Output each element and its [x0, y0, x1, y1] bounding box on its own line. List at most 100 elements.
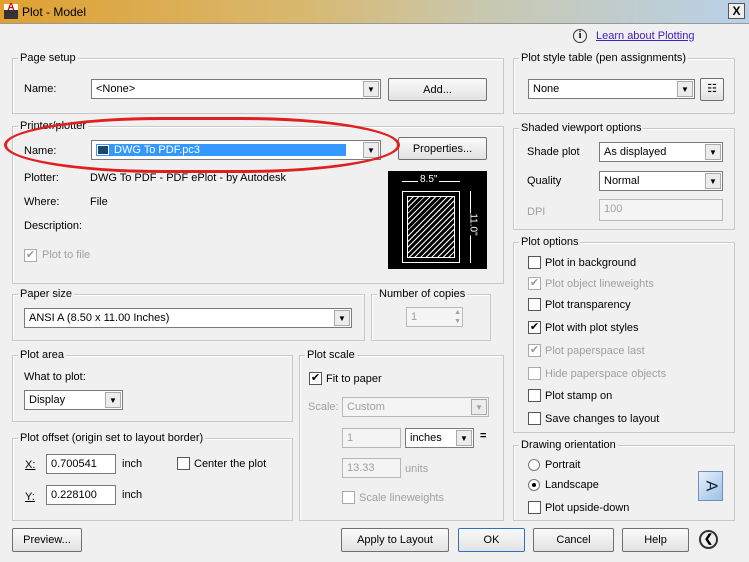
edit-table-icon: ☷	[707, 83, 717, 95]
quality-select[interactable]: Normal ▼	[599, 171, 723, 191]
plot-option-label: Plot stamp on	[545, 390, 613, 402]
chevron-down-icon[interactable]: ▼	[471, 399, 487, 415]
drawing-orientation-group: Drawing orientation Portrait Landscape P…	[513, 439, 735, 521]
plot-to-file-checkbox[interactable]: ✔	[24, 249, 37, 262]
portrait-label: Portrait	[545, 459, 581, 471]
dpi-input[interactable]: 100	[599, 199, 723, 221]
dpi-label: DPI	[527, 206, 546, 218]
portrait-radio[interactable]	[528, 459, 540, 471]
help-button[interactable]: Help	[622, 528, 689, 552]
copies-group: Number of copies 1 ▲ ▼	[371, 288, 491, 341]
scale-select[interactable]: Custom ▼	[342, 397, 489, 417]
chevron-down-icon[interactable]: ▼	[456, 430, 472, 446]
plot-options-group: Plot options Plot in background ✔ Plot obj…	[513, 236, 735, 433]
scale-numerator-input[interactable]: 1	[342, 428, 401, 448]
group-label: Plot options	[519, 236, 581, 248]
landscape-label: Landscape	[545, 479, 599, 491]
copies-value: 1	[411, 311, 418, 323]
plot-option-label: Plot in background	[545, 257, 637, 269]
plot-option-checkbox[interactable]	[528, 256, 541, 269]
plot-scale-group: Plot scale ✔ Fit to paper Scale: Custom ▼…	[299, 349, 504, 521]
landscape-radio[interactable]	[528, 479, 540, 491]
info-icon: i	[573, 29, 587, 43]
plot-option-checkbox[interactable]	[528, 389, 541, 402]
chevron-down-icon[interactable]: ▼	[705, 144, 721, 160]
plot-option-checkbox[interactable]	[528, 298, 541, 311]
apply-to-layout-button[interactable]: Apply to Layout	[341, 528, 449, 552]
equals-label: =	[480, 430, 487, 442]
ok-button[interactable]: OK	[458, 528, 525, 552]
plot-style-table-group: Plot style table (pen assignments) None ▼…	[513, 52, 735, 114]
shade-plot-label: Shade plot	[527, 146, 580, 158]
plot-option-checkbox[interactable]	[528, 367, 541, 380]
plot-option-label: Plot object lineweights	[545, 278, 654, 290]
select-value: As displayed	[604, 146, 667, 158]
scale-lineweights-label: Scale lineweights	[359, 492, 444, 504]
plot-area-group: Plot area What to plot: Display ▼	[12, 349, 293, 422]
plot-option-label: Plot transparency	[545, 299, 631, 311]
plot-option-label: Hide paperspace objects	[545, 368, 667, 380]
x-label: X:	[25, 459, 36, 471]
learn-about-plotting-link[interactable]: Learn about Plotting	[596, 30, 694, 42]
red-annotation-ellipse	[4, 117, 400, 173]
select-value: Display	[29, 394, 66, 406]
shaded-viewport-group: Shaded viewport options Shade plot As di…	[513, 122, 735, 230]
group-label: Number of copies	[377, 288, 468, 300]
cancel-button[interactable]: Cancel	[533, 528, 614, 552]
scale-label: Scale:	[308, 401, 339, 413]
x-offset-input[interactable]: 0.700541	[46, 454, 116, 474]
scale-lineweights-checkbox[interactable]	[342, 491, 355, 504]
copies-stepper[interactable]: 1 ▲ ▼	[406, 307, 463, 327]
upside-down-checkbox[interactable]	[528, 501, 541, 514]
chevron-down-icon[interactable]: ▼	[363, 81, 379, 97]
plot-option-checkbox[interactable]: ✔	[528, 277, 541, 290]
chevron-left-icon: ❮	[703, 533, 714, 545]
plot-option-checkbox[interactable]: ✔	[528, 344, 541, 357]
group-label: Shaded viewport options	[519, 122, 644, 134]
x-unit: inch	[122, 458, 143, 470]
quality-label: Quality	[527, 175, 562, 187]
edit-plot-style-button[interactable]: ☷	[700, 78, 724, 101]
spin-arrows-icon[interactable]: ▲ ▼	[454, 308, 461, 326]
upside-down-label: Plot upside-down	[545, 502, 630, 514]
chevron-down-icon[interactable]: ▼	[105, 392, 121, 408]
scale-units-select[interactable]: inches ▼	[405, 428, 474, 448]
page-setup-name-select[interactable]: <None> ▼	[91, 79, 381, 99]
plot-option-label: Save changes to layout	[545, 413, 660, 425]
what-to-plot-label: What to plot:	[24, 371, 86, 383]
add-button[interactable]: Add...	[388, 78, 487, 101]
plotter-value: DWG To PDF - PDF ePlot - by Autodesk	[90, 172, 287, 184]
fit-to-paper-checkbox[interactable]: ✔	[309, 372, 322, 385]
select-value: Custom	[347, 401, 385, 413]
plot-style-select[interactable]: None ▼	[528, 79, 695, 99]
dpi-value: 100	[604, 203, 623, 215]
select-value: Normal	[604, 175, 640, 187]
plot-option-checkbox[interactable]: ✔	[528, 321, 541, 334]
y-label: Y:	[25, 491, 35, 503]
chevron-down-icon[interactable]: ▼	[334, 310, 350, 326]
close-button[interactable]: X	[728, 3, 745, 19]
properties-button[interactable]: Properties...	[398, 137, 487, 160]
preview-button[interactable]: Preview...	[12, 528, 82, 552]
center-plot-checkbox[interactable]	[177, 457, 190, 470]
units-label: units	[405, 463, 429, 475]
shade-plot-select[interactable]: As displayed ▼	[599, 142, 723, 162]
title-bar: A Plot - Model X	[0, 0, 749, 24]
group-label: Plot area	[18, 349, 67, 361]
plot-option-label: Plot with plot styles	[545, 322, 639, 334]
y-offset-input[interactable]: 0.228100	[46, 485, 116, 505]
plot-option-checkbox[interactable]	[528, 412, 541, 425]
group-label: Paper size	[18, 288, 74, 300]
y-unit: inch	[122, 489, 143, 501]
chevron-down-icon[interactable]: ▼	[677, 81, 693, 97]
center-plot-label: Center the plot	[194, 458, 267, 470]
paper-size-select[interactable]: ANSI A (8.50 x 11.00 Inches) ▼	[24, 308, 352, 328]
group-label: Drawing orientation	[519, 439, 618, 451]
collapse-arrow-button[interactable]: ❮	[699, 530, 718, 549]
scale-denominator-input[interactable]: 13.33	[342, 458, 401, 478]
what-to-plot-select[interactable]: Display ▼	[24, 390, 123, 410]
description-label: Description:	[24, 220, 83, 232]
where-value: File	[90, 196, 108, 208]
chevron-down-icon[interactable]: ▼	[705, 173, 721, 189]
landscape-orientation-icon: A	[698, 471, 723, 501]
